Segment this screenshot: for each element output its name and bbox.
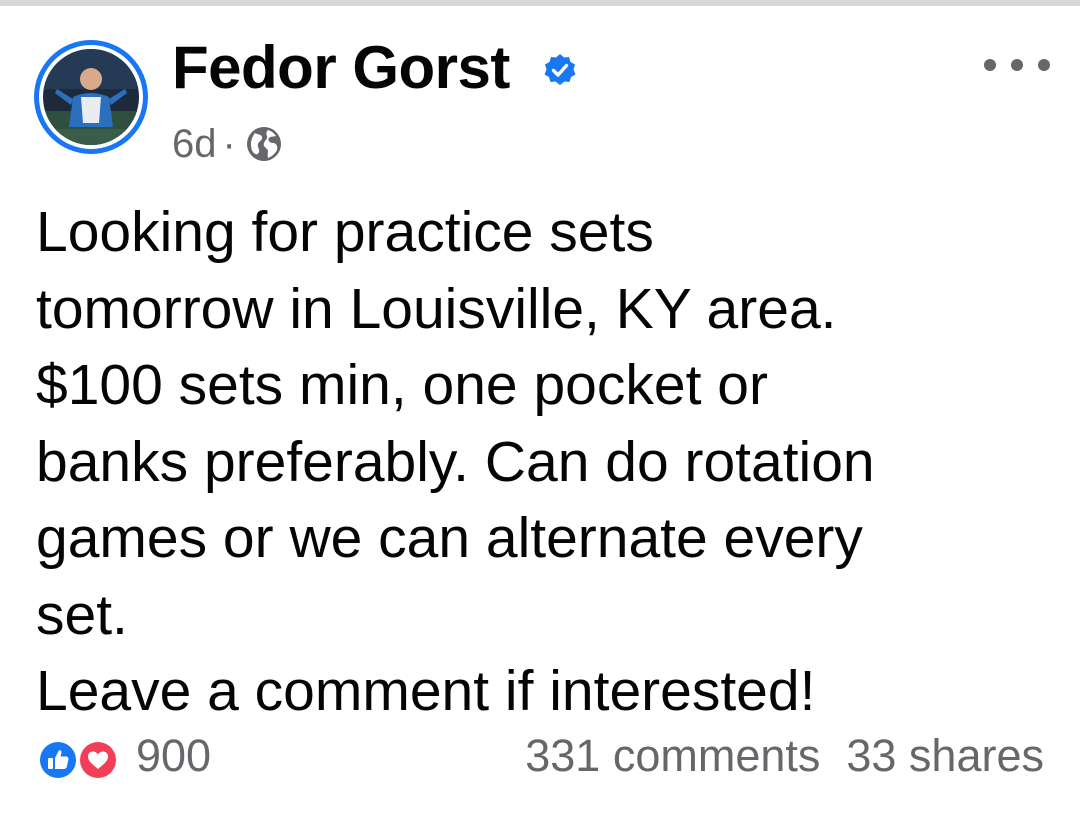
post-text-line: Looking for practice sets [36,200,654,264]
engagement-stats: 331 comments 33 shares [525,724,1044,788]
reaction-count: 900 [136,730,212,781]
love-reaction-icon [77,739,119,781]
post-text-line: tomorrow in Louisville, KY area. [36,276,837,341]
verified-badge-icon [544,54,576,85]
comments-count-link[interactable]: 331 comments [525,724,820,788]
post-footer: 900 331 comments 33 shares [36,724,1046,788]
author-name[interactable]: Fedor Gorst [172,32,510,104]
author-avatar[interactable] [34,40,148,154]
like-reaction-icon [37,739,79,781]
post-timestamp[interactable]: 6d [172,118,217,170]
reactions-summary[interactable]: 900 [36,724,211,788]
more-horizontal-icon-dot [1011,59,1023,71]
post-text-line: Leave a comment if interested! [36,659,816,723]
post-meta: 6d · [172,118,284,170]
more-horizontal-icon-dot [984,59,996,71]
more-options-button[interactable] [984,50,1050,80]
more-horizontal-icon-dot [1038,59,1050,71]
meta-separator: · [222,122,236,166]
post-card: Fedor Gorst 6d · Looking for practice se… [0,6,1080,813]
shares-count-link[interactable]: 33 shares [846,724,1044,788]
avatar-image [43,49,139,145]
post-text-line: $100 sets min, one pocket or [36,353,768,417]
post-text-line: set. [36,582,128,647]
post-body-text: Looking for practice sets tomorrow in Lo… [36,194,1046,730]
post-text-line: games or we can alternate every [36,506,863,570]
post-text-line: banks preferably. Can do rotation [36,429,875,494]
globe-icon[interactable] [244,124,284,164]
